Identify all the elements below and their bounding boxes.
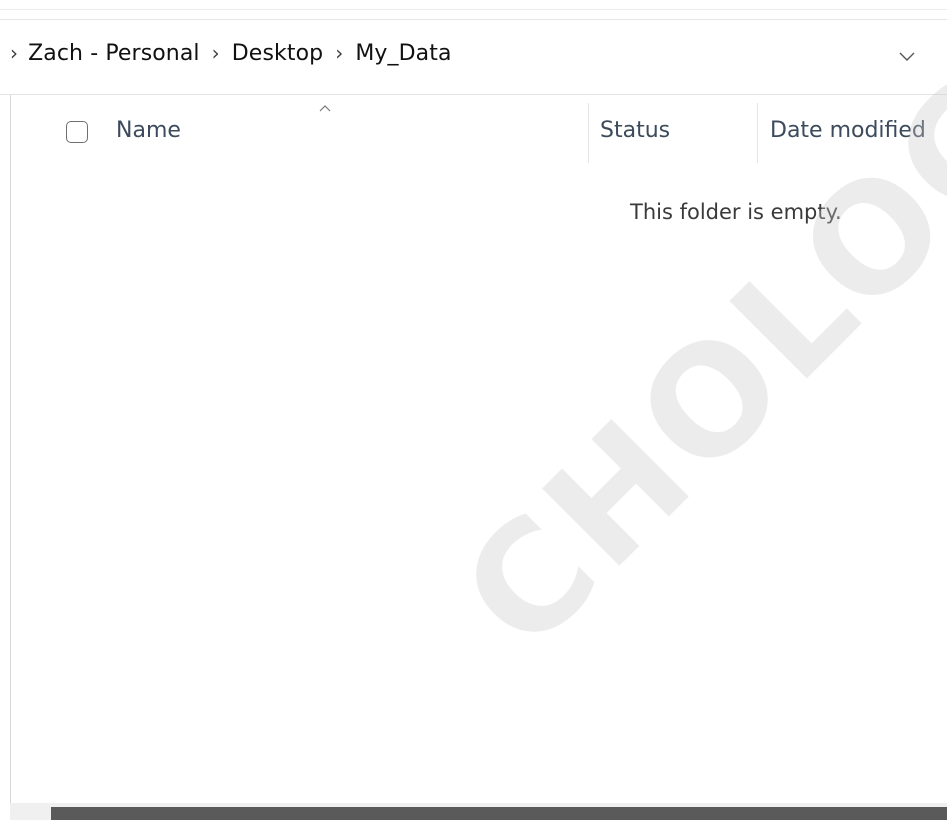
column-header-name[interactable]: Name — [116, 118, 181, 143]
horizontal-scrollbar-thumb[interactable] — [51, 807, 947, 820]
column-header-date-modified[interactable]: Date modified — [770, 118, 926, 143]
top-divider — [0, 9, 947, 10]
window-top-strip — [0, 0, 947, 20]
chevron-right-icon[interactable]: › — [335, 41, 343, 65]
column-divider[interactable] — [588, 103, 589, 163]
empty-folder-message: This folder is empty. — [630, 200, 842, 224]
column-header-status[interactable]: Status — [600, 118, 670, 143]
sort-ascending-caret-icon — [319, 105, 331, 112]
breadcrumb-item-desktop[interactable]: Desktop — [232, 41, 323, 66]
column-divider[interactable] — [757, 103, 758, 163]
chevron-down-icon[interactable] — [896, 46, 918, 66]
breadcrumb[interactable]: › Zach - Personal › Desktop › My_Data — [10, 41, 452, 67]
breadcrumb-item-my-data[interactable]: My_Data — [355, 41, 451, 66]
chevron-right-icon[interactable]: › — [10, 41, 18, 65]
chevron-right-icon[interactable]: › — [212, 41, 220, 65]
pane-divider — [10, 95, 11, 807]
select-all-checkbox[interactable] — [66, 121, 88, 143]
breadcrumb-item-zach-personal[interactable]: Zach - Personal — [28, 41, 200, 66]
